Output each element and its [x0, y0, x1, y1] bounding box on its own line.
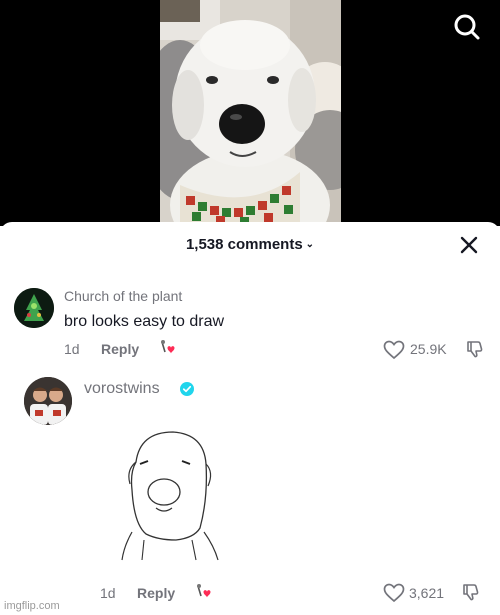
comment-text: bro looks easy to draw: [64, 313, 225, 330]
heart-icon[interactable]: [383, 583, 405, 603]
close-icon[interactable]: [460, 236, 478, 254]
reply-sticker-icon[interactable]: [158, 338, 180, 360]
video-player[interactable]: [0, 0, 500, 226]
dog-video-frame: [160, 0, 341, 226]
comment-timestamp: 1d: [64, 341, 80, 357]
avatar[interactable]: [24, 377, 72, 425]
reply-sticker-icon[interactable]: [194, 582, 216, 604]
verified-badge-icon: [180, 382, 194, 396]
dog-photo: [160, 0, 341, 226]
search-icon[interactable]: [452, 12, 482, 42]
avatar[interactable]: [14, 288, 54, 328]
dog-sketch-image: [118, 428, 222, 563]
comments-panel: 1,538 comments ⌄ Church of the plant bro …: [0, 222, 500, 615]
comment-count-toggle[interactable]: 1,538 comments ⌄: [0, 236, 500, 253]
comment-username[interactable]: vorostwins: [84, 380, 160, 398]
like-count: 3,621: [409, 585, 445, 601]
comment-count: 1,538 comments: [185, 236, 303, 253]
comment-username[interactable]: Church of the plant: [64, 288, 182, 304]
watermark: imgflip.com: [4, 600, 60, 612]
reply-button[interactable]: Reply: [137, 585, 175, 601]
reply-button[interactable]: Reply: [101, 341, 139, 357]
heart-icon[interactable]: [383, 340, 405, 360]
dislike-icon[interactable]: [461, 582, 481, 602]
chevron-down-icon: ⌄: [305, 239, 315, 250]
like-count: 25.9K: [410, 341, 447, 357]
comments-header: 1,538 comments ⌄: [0, 222, 500, 268]
comment-timestamp: 1d: [100, 585, 116, 601]
dislike-icon[interactable]: [465, 339, 485, 359]
